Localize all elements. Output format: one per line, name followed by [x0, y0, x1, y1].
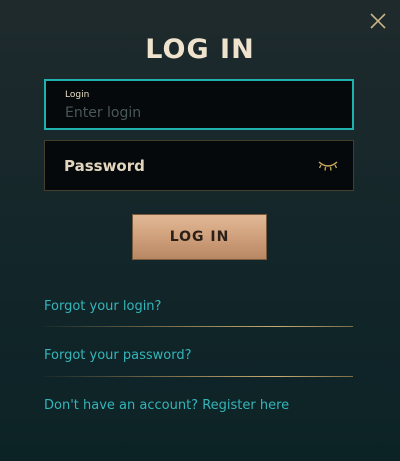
password-input[interactable]	[64, 155, 304, 177]
eye-closed-icon[interactable]	[317, 158, 339, 172]
forgot-login-link[interactable]: Forgot your login?	[44, 299, 161, 314]
login-input[interactable]	[65, 103, 325, 123]
login-button[interactable]: LOG IN	[132, 214, 267, 260]
login-field-label: Login	[65, 90, 90, 100]
divider	[44, 326, 353, 327]
password-field[interactable]	[44, 140, 354, 191]
login-field[interactable]: Login	[44, 79, 354, 130]
page-title: LOG IN	[145, 34, 255, 65]
close-icon[interactable]	[368, 11, 388, 31]
divider	[44, 376, 353, 377]
forgot-password-link[interactable]: Forgot your password?	[44, 348, 192, 363]
register-link[interactable]: Don't have an account? Register here	[44, 398, 289, 413]
